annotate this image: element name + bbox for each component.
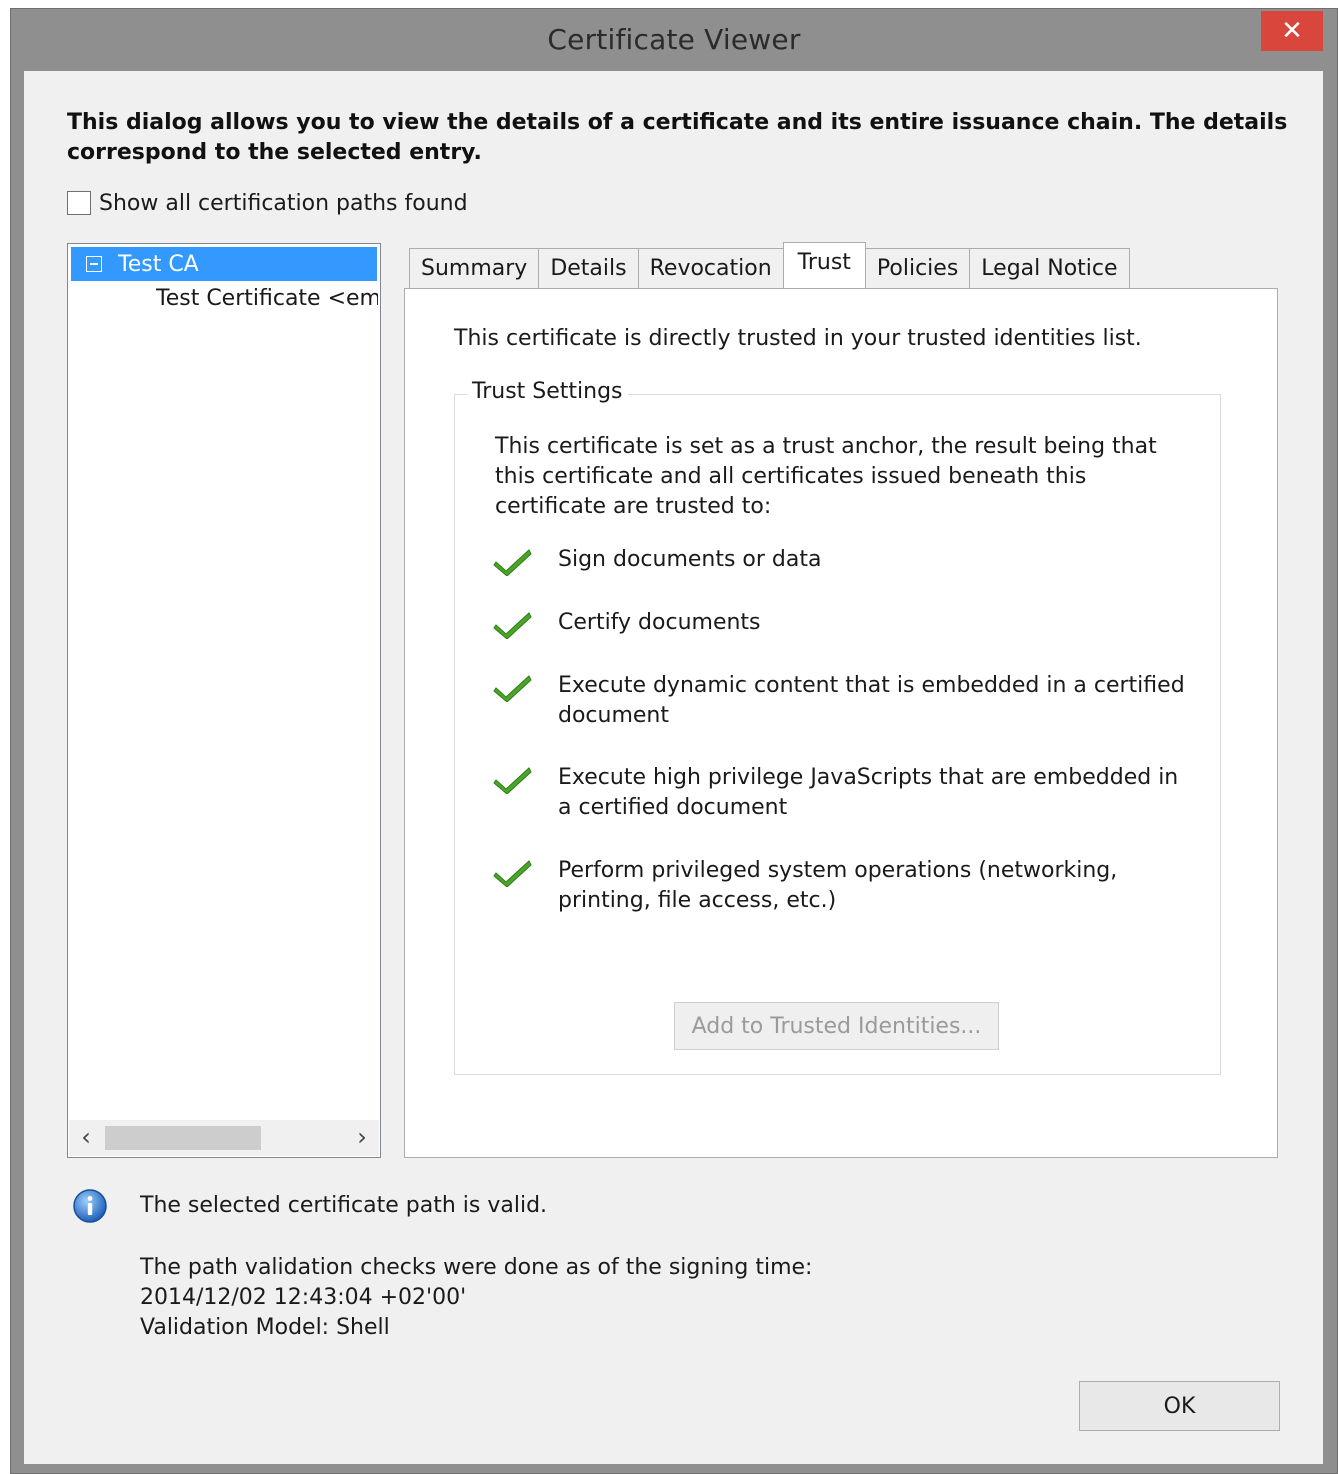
scroll-left-icon[interactable]: ‹ [69,1120,103,1156]
intro-text: This dialog allows you to view the detai… [67,110,1288,165]
trust-settings-title: Trust Settings [467,379,628,404]
tree-item-test-certificate[interactable]: Test Certificate <ema [156,286,378,311]
certificate-tree[interactable]: Test CA Test Certificate <ema ‹ › [67,243,381,1158]
tree-item-label: Test CA [118,251,199,277]
validation-timestamp: 2014/12/02 12:43:04 +02'00' [140,1285,467,1310]
title-bar[interactable]: Certificate Viewer ✕ [11,9,1337,71]
add-to-trusted-identities-button[interactable]: Add to Trusted Identities... [674,1002,999,1050]
dialog-body: This dialog allows you to view the detai… [24,71,1323,1464]
validation-time-label: The path validation checks were done as … [140,1255,813,1280]
tab-revocation[interactable]: Revocation [637,248,784,288]
certificate-viewer-window: Certificate Viewer ✕ This dialog allows … [10,8,1338,1474]
trust-item-sign: Sign documents or data [493,545,1193,576]
green-check-icon [493,860,532,887]
trust-item-label: Perform privileged system operations (ne… [558,858,1118,913]
tab-trust[interactable]: Trust [782,242,866,288]
path-valid-status: The selected certificate path is valid. [140,1193,548,1218]
trust-item-label: Sign documents or data [558,547,822,572]
show-all-paths-row[interactable]: Show all certification paths found [67,189,468,217]
scroll-right-icon[interactable]: › [345,1120,379,1156]
trust-tab-panel: This certificate is directly trusted in … [404,288,1278,1158]
info-icon [73,1189,107,1223]
validation-model: Validation Model: Shell [140,1315,390,1340]
tab-bar: Summary Details Revocation Trust Policie… [409,242,1130,288]
show-all-paths-label[interactable]: Show all certification paths found [99,191,468,216]
green-check-icon [493,767,532,794]
close-button[interactable]: ✕ [1261,11,1323,51]
trust-item-javascripts: Execute high privilege JavaScripts that … [493,763,1193,823]
tab-legal-notice[interactable]: Legal Notice [969,248,1130,288]
green-check-icon [493,549,532,576]
trust-item-label: Execute high privilege JavaScripts that … [558,765,1179,820]
green-check-icon [493,675,532,702]
ok-button[interactable]: OK [1079,1381,1280,1431]
trust-item-certify: Certify documents [493,608,1193,639]
window-title: Certificate Viewer [547,23,801,56]
tree-item-test-ca[interactable]: Test CA [71,247,377,281]
validation-details: The path validation checks were done as … [140,1253,812,1343]
show-all-paths-checkbox[interactable] [67,191,91,215]
scroll-thumb[interactable] [105,1126,261,1150]
trust-item-label: Execute dynamic content that is embedded… [558,673,1185,728]
green-check-icon [493,612,532,639]
trust-item-dynamic-content: Execute dynamic content that is embedded… [493,671,1193,731]
tab-policies[interactable]: Policies [864,248,971,288]
collapse-icon[interactable] [86,256,102,272]
trust-settings-description: This certificate is set as a trust ancho… [495,434,1157,519]
horizontal-scrollbar[interactable]: ‹ › [69,1120,379,1156]
trust-item-system-operations: Perform privileged system operations (ne… [493,856,1193,916]
tab-details[interactable]: Details [538,248,639,288]
trust-settings-group: Trust Settings This certificate is set a… [454,379,1221,1075]
trust-item-label: Certify documents [558,610,761,635]
trust-message: This certificate is directly trusted in … [454,326,1142,351]
tab-summary[interactable]: Summary [409,248,540,288]
